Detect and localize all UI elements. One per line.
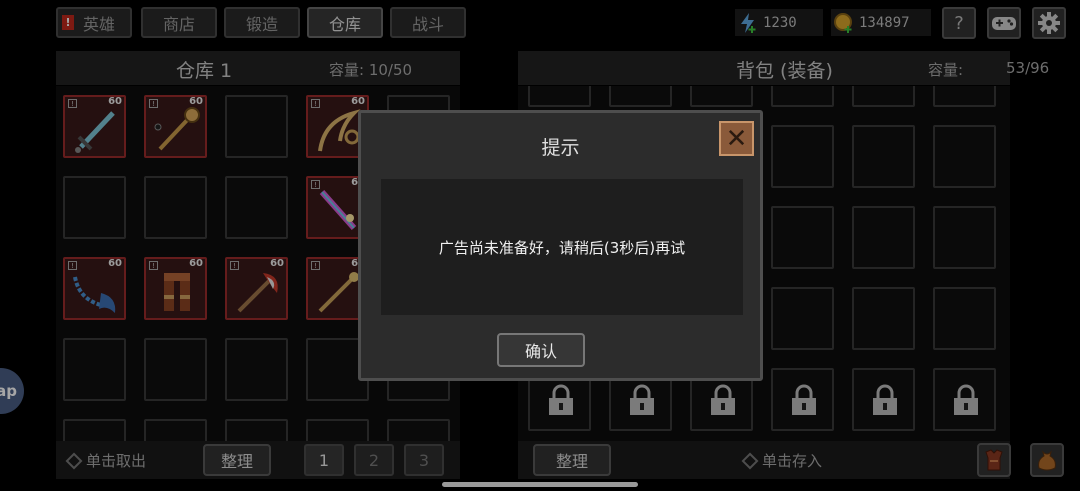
dialog-message-box: 广告尚未准备好，请稍后(3秒后)再试 <box>381 179 743 315</box>
dialog-message: 广告尚未准备好，请稍后(3秒后)再试 <box>438 238 686 257</box>
close-icon: ✕ <box>725 123 748 154</box>
home-indicator[interactable] <box>442 482 638 487</box>
confirm-label: 确认 <box>524 342 557 361</box>
dialog-title: 提示 <box>541 137 580 159</box>
close-button[interactable]: ✕ <box>719 121 754 156</box>
notice-dialog: 提示 ✕ 广告尚未准备好，请稍后(3秒后)再试 确认 <box>358 110 763 381</box>
confirm-button[interactable]: 确认 <box>497 333 585 367</box>
